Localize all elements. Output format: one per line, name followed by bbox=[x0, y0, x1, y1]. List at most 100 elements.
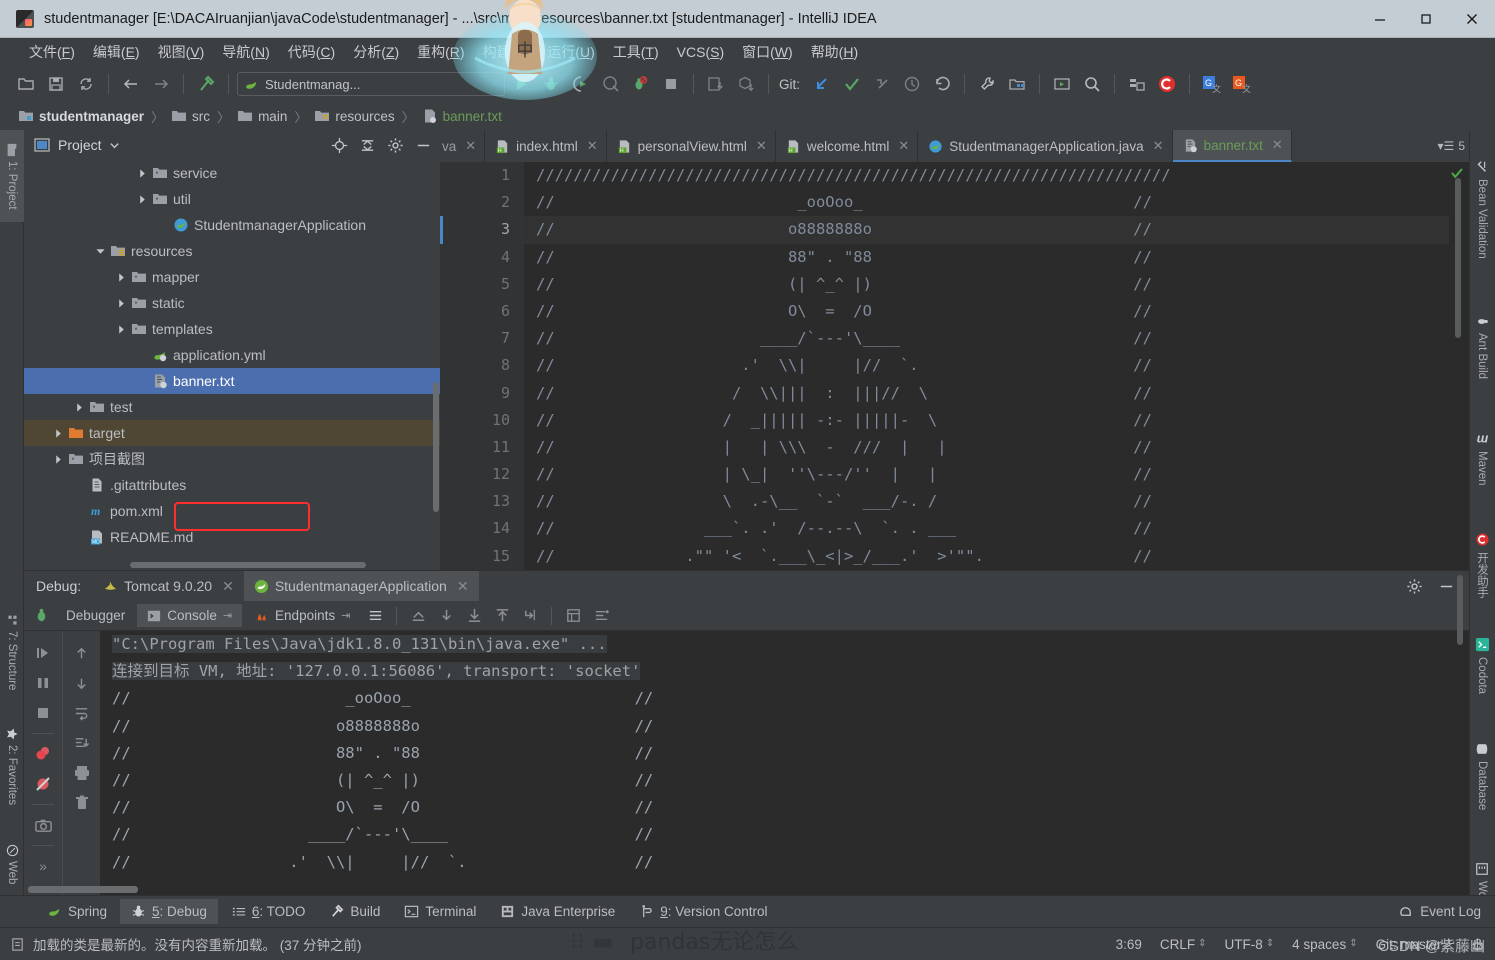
sidebar-item-codota[interactable]: Codota bbox=[1469, 620, 1495, 712]
breadcrumb-item-4[interactable]: banner.txt bbox=[422, 108, 502, 124]
package-icon[interactable] bbox=[732, 71, 760, 97]
code-line[interactable]: // ____/`---'\____ // bbox=[524, 325, 1449, 352]
tree-item-util[interactable]: util bbox=[24, 186, 440, 212]
debug-session-studentmanager[interactable]: StudentmanagerApplication ✕ bbox=[243, 571, 479, 601]
debug-settings-gear-icon[interactable] bbox=[1401, 574, 1427, 598]
menu-10[interactable]: VCS(S) bbox=[668, 41, 733, 63]
menu-3[interactable]: 导航(N) bbox=[213, 39, 278, 65]
tree-item-studentmanagerapplication[interactable]: StudentmanagerApplication bbox=[24, 212, 440, 238]
tree-item-application-yml[interactable]: application.yml bbox=[24, 342, 440, 368]
menu-12[interactable]: 帮助(H) bbox=[802, 39, 867, 65]
project-structure-icon[interactable] bbox=[1003, 71, 1031, 97]
menu-11[interactable]: 窗口(W) bbox=[733, 39, 802, 65]
build-hammer-icon[interactable] bbox=[192, 71, 220, 97]
pin-icon[interactable]: ⇥ bbox=[223, 609, 232, 622]
evaluate-expression-icon[interactable] bbox=[560, 604, 586, 628]
breadcrumb-item-3[interactable]: resources bbox=[314, 108, 395, 124]
settings-wrench-icon[interactable] bbox=[973, 71, 1001, 97]
hide-panel-button[interactable] bbox=[410, 133, 436, 157]
menu-9[interactable]: 工具(T) bbox=[604, 39, 668, 65]
clear-all-button[interactable] bbox=[67, 789, 97, 817]
soft-wrap-icon[interactable] bbox=[362, 604, 388, 628]
debug-button[interactable] bbox=[537, 71, 565, 97]
bottom-tab-9--version-control[interactable]: 9: Version Control bbox=[628, 899, 778, 924]
tree-item-service[interactable]: service bbox=[24, 160, 440, 186]
event-log-label[interactable]: Event Log bbox=[1420, 904, 1481, 919]
inspection-ok-icon[interactable] bbox=[1450, 166, 1464, 183]
step-over-icon[interactable] bbox=[461, 604, 487, 628]
tree-item-target[interactable]: target bbox=[24, 420, 440, 446]
stop-button[interactable] bbox=[657, 71, 685, 97]
step-out-icon[interactable] bbox=[405, 604, 431, 628]
navigate-forward-icon[interactable] bbox=[147, 71, 175, 97]
tree-item-resources[interactable]: resources bbox=[24, 238, 440, 264]
code-line[interactable]: // \ .-\__ `-` ___/-. / // bbox=[524, 488, 1449, 515]
open-project-icon[interactable] bbox=[12, 71, 40, 97]
tab-list-icon[interactable]: ▾☰ bbox=[1438, 139, 1455, 153]
bottom-tab-java-enterprise[interactable]: Java Enterprise bbox=[489, 899, 626, 924]
code-line[interactable]: // ___`. .' /--.--\ `. . ___ // bbox=[524, 515, 1449, 542]
navigate-back-icon[interactable] bbox=[117, 71, 145, 97]
maximize-button[interactable] bbox=[1403, 0, 1449, 37]
code-line[interactable]: ////////////////////////////////////////… bbox=[524, 162, 1449, 189]
run-to-cursor-icon[interactable] bbox=[517, 604, 543, 628]
bottom-tab-build[interactable]: Build bbox=[318, 899, 391, 924]
update-project-icon[interactable] bbox=[702, 71, 730, 97]
bottom-tab-5--debug[interactable]: 5: Debug bbox=[120, 899, 218, 924]
resume-program-button[interactable] bbox=[28, 639, 58, 667]
soft-wrap-lines-button[interactable] bbox=[67, 699, 97, 727]
menu-5[interactable]: 分析(Z) bbox=[344, 39, 408, 65]
editor-tab-va[interactable]: va ✕ bbox=[440, 130, 486, 162]
sidebar-item-maven[interactable]: m Maven bbox=[1469, 415, 1495, 505]
menu-2[interactable]: 视图(V) bbox=[149, 39, 214, 65]
google-translate-blue-icon[interactable]: G文 bbox=[1198, 71, 1226, 97]
attach-debugger-icon[interactable] bbox=[627, 71, 655, 97]
search-everywhere-icon[interactable] bbox=[1078, 71, 1106, 97]
scroll-to-end-button[interactable] bbox=[67, 729, 97, 757]
editor-content[interactable]: 1 2 3 4 5 6 7 8 9 10 11 12 13 14 15 //////////////////… bbox=[440, 162, 1469, 570]
hide-debug-panel-button[interactable] bbox=[1433, 574, 1459, 598]
menu-4[interactable]: 代码(C) bbox=[279, 39, 344, 65]
editor-tab-overflow[interactable]: ▾☰ 5 bbox=[1438, 130, 1469, 162]
pin-icon[interactable]: ⇥ bbox=[341, 609, 350, 622]
project-tree[interactable]: service util StudentmanagerApplication reso… bbox=[24, 160, 440, 570]
git-revert-icon[interactable] bbox=[928, 71, 956, 97]
sidebar-item-favorites[interactable]: 2: Favorites bbox=[0, 710, 24, 822]
screenshot-button[interactable] bbox=[28, 811, 58, 839]
run-configuration-selector[interactable]: Studentmanag... bbox=[237, 72, 505, 96]
debug-session-tomcat[interactable]: Tomcat 9.0.20 ✕ bbox=[93, 571, 244, 601]
close-icon[interactable]: ✕ bbox=[587, 138, 598, 154]
menu-6[interactable]: 重构(R) bbox=[408, 39, 473, 65]
settings-list-icon[interactable] bbox=[588, 604, 614, 628]
close-button[interactable] bbox=[1449, 0, 1495, 37]
close-icon[interactable]: ✕ bbox=[457, 578, 469, 595]
editor-tab-welcome-html[interactable]: Hwelcome.html ✕ bbox=[776, 130, 919, 162]
profile-icon[interactable] bbox=[597, 71, 625, 97]
tree-item-banner-txt[interactable]: banner.txt bbox=[24, 368, 440, 394]
tree-item-mapper[interactable]: mapper bbox=[24, 264, 440, 290]
editor-tab-studentmanagerapplication-java[interactable]: StudentmanagerApplication.java ✕ bbox=[918, 130, 1173, 162]
line-separator[interactable]: CRLF ⇕ bbox=[1160, 937, 1207, 952]
tab-debugger[interactable]: Debugger bbox=[56, 604, 135, 627]
pause-program-button[interactable] bbox=[28, 669, 58, 697]
sidebar-item-ant-build[interactable]: Ant Build bbox=[1469, 295, 1495, 399]
code-line[interactable]: // | | \\\ - /// | | // bbox=[524, 434, 1449, 461]
view-breakpoints-button[interactable] bbox=[28, 740, 58, 768]
editor-code-lines[interactable]: ////////////////////////////////////////… bbox=[524, 162, 1449, 570]
close-icon[interactable]: ✕ bbox=[1272, 137, 1283, 153]
breadcrumb-item-0[interactable]: studentmanager bbox=[18, 108, 144, 124]
chevron-down-icon[interactable] bbox=[109, 140, 120, 151]
breadcrumb-item-2[interactable]: main bbox=[237, 108, 287, 124]
project-settings-gear-icon[interactable] bbox=[382, 133, 408, 157]
code-line[interactable]: // .' \\| |// `. // bbox=[524, 352, 1449, 379]
menu-1[interactable]: 编辑(E) bbox=[84, 39, 149, 65]
scroll-down-button[interactable] bbox=[67, 669, 97, 697]
editor-vscrollbar[interactable] bbox=[1455, 178, 1461, 338]
save-all-icon[interactable] bbox=[42, 71, 70, 97]
sidebar-item-web[interactable]: Web bbox=[0, 830, 24, 898]
code-line[interactable]: // / \\||| : |||// \ // bbox=[524, 380, 1449, 407]
menu-8[interactable]: 运行(U) bbox=[538, 39, 603, 65]
indent-setting[interactable]: 4 spaces ⇕ bbox=[1292, 937, 1357, 952]
tree-item-static[interactable]: static bbox=[24, 290, 440, 316]
sync-refresh-icon[interactable] bbox=[72, 71, 100, 97]
